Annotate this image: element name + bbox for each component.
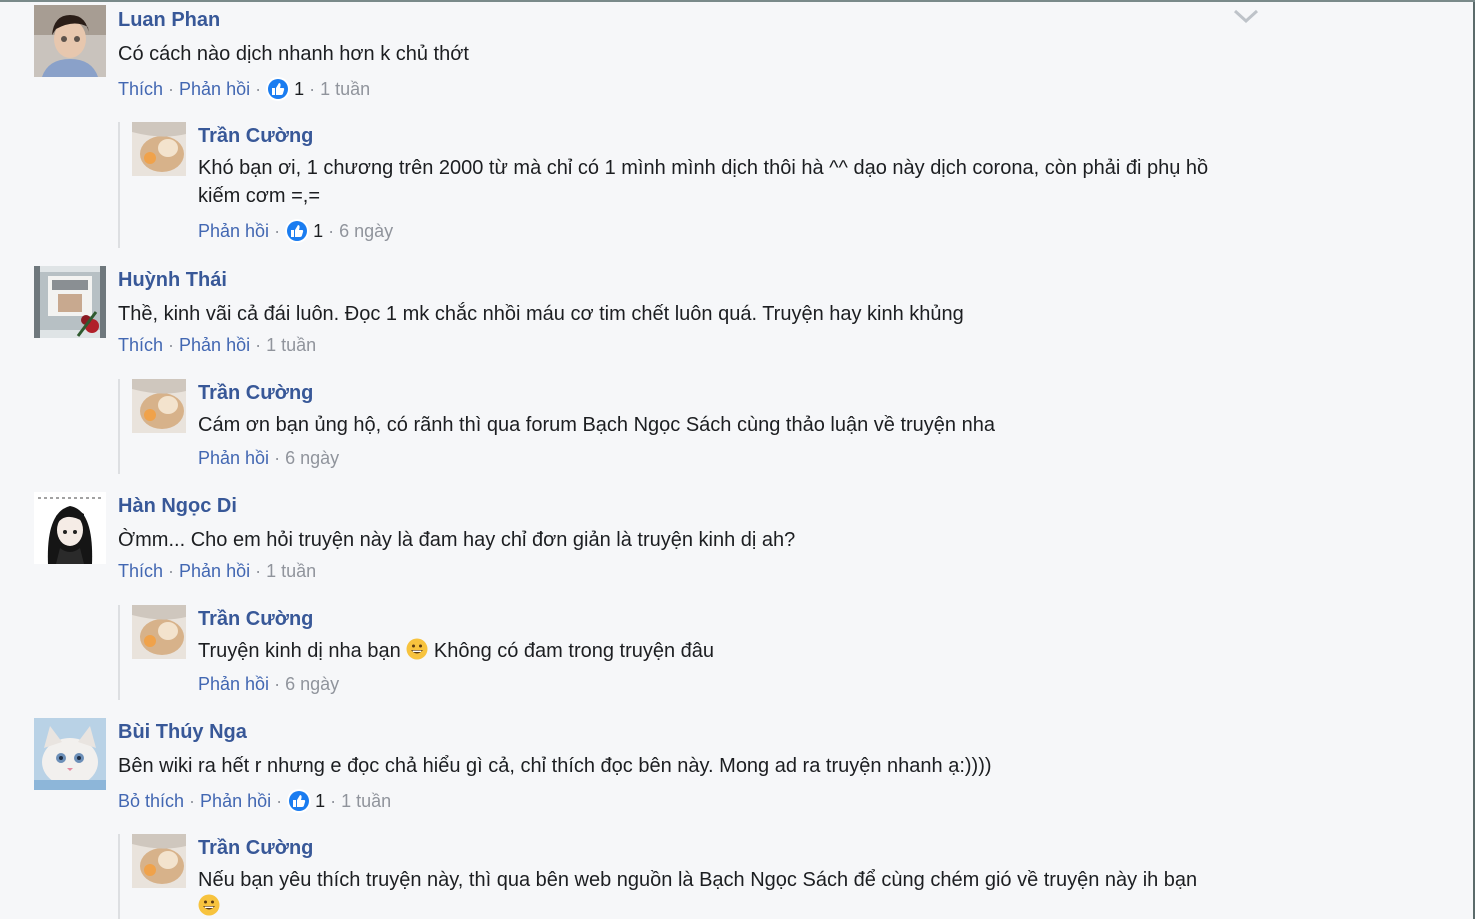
reaction-count[interactable]: 1	[315, 790, 325, 812]
separator: ·	[168, 79, 175, 99]
comment-text: Bên wiki ra hết r nhưng e đọc chả hiểu g…	[118, 755, 992, 777]
avatar[interactable]	[34, 718, 106, 790]
reaction-count[interactable]: 1	[294, 78, 304, 100]
separator: ·	[330, 791, 337, 811]
separator: ·	[276, 791, 283, 811]
reply-link[interactable]: Phản hồi	[200, 790, 271, 812]
avatar[interactable]	[132, 379, 186, 433]
reply-text: Truyện kinh dị nha bạn Không có đam tron…	[198, 637, 1258, 665]
reply-author[interactable]: Trần Cường	[198, 607, 1258, 631]
reply-time[interactable]: 6 ngày	[285, 447, 339, 469]
separator: ·	[168, 335, 175, 355]
like-thumb-icon[interactable]	[287, 221, 308, 241]
comment-author[interactable]: Luan Phan	[118, 8, 1268, 32]
avatar[interactable]	[132, 834, 186, 888]
reply-thread-line	[118, 605, 120, 700]
like-link[interactable]: Thích	[118, 560, 163, 582]
comment-author[interactable]: Huỳnh Thái	[118, 268, 1268, 292]
reply-text-part: Truyện kinh dị nha bạn	[198, 640, 401, 662]
reply-thread-line	[118, 122, 120, 248]
reply-link[interactable]: Phản hồi	[198, 673, 269, 695]
like-thumb-icon[interactable]	[268, 79, 289, 99]
comment-author[interactable]: Hàn Ngọc Di	[118, 494, 1268, 518]
separator: ·	[309, 79, 316, 99]
reply-author[interactable]: Trần Cường	[198, 124, 1258, 148]
separator: ·	[328, 221, 335, 241]
like-link[interactable]: Thích	[118, 78, 163, 100]
reply-time[interactable]: 6 ngày	[339, 220, 393, 242]
reply-text: Cám ơn bạn ủng hộ, có rãnh thì qua forum…	[198, 414, 995, 436]
separator: ·	[189, 791, 196, 811]
separator: ·	[168, 561, 175, 581]
avatar[interactable]	[34, 266, 106, 338]
comment-author[interactable]: Bùi Thúy Nga	[118, 720, 1268, 744]
like-thumb-icon[interactable]	[289, 791, 310, 811]
reply-link[interactable]: Phản hồi	[179, 560, 250, 582]
comment-text: Thề, kinh vãi cả đái luôn. Đọc 1 mk chắc…	[118, 303, 964, 325]
reply-text: Khó bạn ơi, 1 chương trên 2000 từ mà chỉ…	[198, 157, 1209, 207]
like-link[interactable]: Thích	[118, 334, 163, 356]
unlike-link[interactable]: Bỏ thích	[118, 790, 184, 812]
comment-text: Có cách nào dịch nhanh hơn k chủ thớt	[118, 43, 469, 65]
grinning-emoji	[406, 638, 428, 660]
comment-time[interactable]: 1 tuần	[266, 560, 316, 582]
comment-text: Ờmm... Cho em hỏi truyện này là đam hay …	[118, 529, 796, 551]
reply-link[interactable]: Phản hồi	[179, 78, 250, 100]
comment-time[interactable]: 1 tuần	[341, 790, 391, 812]
reply-thread-line	[118, 379, 120, 474]
grinning-emoji	[198, 894, 220, 916]
reply-text-part: Không có đam trong truyện đâu	[433, 640, 715, 662]
separator: ·	[274, 674, 281, 694]
avatar[interactable]	[34, 492, 106, 564]
separator: ·	[255, 79, 262, 99]
avatar[interactable]	[132, 605, 186, 659]
reply-text: Nếu bạn yêu thích truyện này, thì qua bê…	[198, 869, 1198, 891]
reply-link[interactable]: Phản hồi	[179, 334, 250, 356]
comment-time[interactable]: 1 tuần	[320, 78, 370, 100]
separator: ·	[274, 221, 281, 241]
reaction-count[interactable]: 1	[313, 220, 323, 242]
avatar[interactable]	[132, 122, 186, 176]
separator: ·	[255, 335, 262, 355]
avatar[interactable]	[34, 5, 106, 77]
comment-time[interactable]: 1 tuần	[266, 334, 316, 356]
reply-author[interactable]: Trần Cường	[198, 381, 1258, 405]
reply-author[interactable]: Trần Cường	[198, 836, 1268, 860]
reply-time[interactable]: 6 ngày	[285, 673, 339, 695]
reply-thread-line	[118, 834, 120, 919]
separator: ·	[255, 561, 262, 581]
reply-link[interactable]: Phản hồi	[198, 447, 269, 469]
separator: ·	[274, 448, 281, 468]
reply-link[interactable]: Phản hồi	[198, 220, 269, 242]
